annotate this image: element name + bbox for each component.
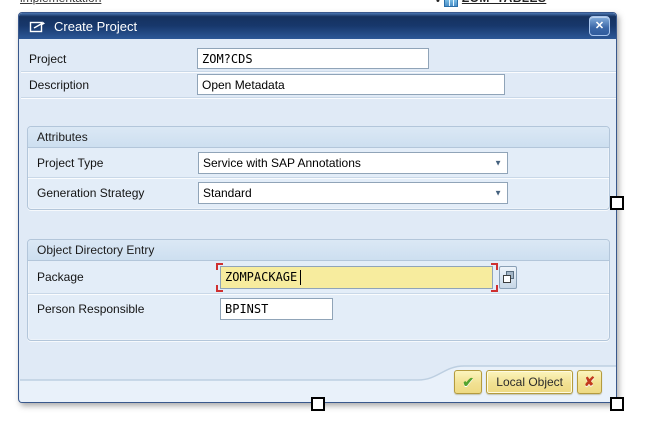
generation-strategy-label: Generation Strategy [37,186,198,200]
footer-button-bar: ✔ Local Object ✘ [454,370,602,394]
dialog-window-icon [29,19,47,34]
resize-handle-right[interactable] [610,196,624,210]
generation-strategy-row: Generation Strategy Standard ▼ [28,178,609,208]
person-responsible-row: Person Responsible [28,294,609,323]
package-row: Package [28,261,609,294]
local-object-button[interactable]: Local Object [486,370,573,394]
object-directory-group: Object Directory Entry Package Person R [27,239,610,341]
person-responsible-label: Person Responsible [37,302,220,316]
chevron-down-icon: ▼ [494,189,502,198]
overlapping-squares-icon [503,275,511,283]
x-icon: ✘ [584,374,595,390]
package-field-focus-frame [220,266,493,289]
project-row: Project [21,46,616,72]
check-icon: ✔ [462,374,474,391]
close-button[interactable]: ✕ [589,16,610,36]
project-type-value: Service with SAP Annotations [203,156,361,170]
attributes-group-header: Attributes [28,127,609,148]
focus-bracket [216,263,223,270]
generation-strategy-dropdown[interactable]: Standard ▼ [198,182,508,204]
background-text: ZOM_TABLES [462,0,546,5]
generation-strategy-value: Standard [203,186,252,200]
background-tree-item-implementation: implementation [20,0,140,7]
screen: implementation • ZOM_TABLES Create Proje… [0,0,654,426]
attributes-group: Attributes Project Type Service with SAP… [27,126,610,210]
package-input[interactable] [220,266,493,289]
description-input[interactable] [197,74,505,95]
dialog-title: Create Project [54,19,137,34]
focus-bracket [216,285,223,292]
dialog-titlebar[interactable]: Create Project ✕ [19,13,616,39]
resize-handle-corner[interactable] [610,397,624,411]
project-type-dropdown[interactable]: Service with SAP Annotations ▼ [198,152,508,174]
cancel-button[interactable]: ✘ [577,370,602,394]
description-row: Description [21,72,616,98]
focus-bracket [491,285,498,292]
bullet-icon: • [436,0,440,7]
project-type-label: Project Type [37,156,198,170]
person-responsible-input[interactable] [220,298,333,320]
text-cursor [300,270,301,285]
resize-handle-bottom[interactable] [311,397,325,411]
table-icon [444,0,458,7]
value-help-button[interactable] [499,266,517,289]
close-icon: ✕ [595,21,604,32]
description-label: Description [29,78,197,92]
project-type-row: Project Type Service with SAP Annotation… [28,148,609,178]
package-label: Package [37,270,220,284]
background-text: implementation [20,0,140,5]
object-directory-group-header: Object Directory Entry [28,240,609,261]
confirm-button[interactable]: ✔ [454,370,482,394]
chevron-down-icon: ▼ [494,158,502,167]
project-input[interactable] [197,48,429,69]
background-tree-item-zom-tables: • ZOM_TABLES [436,0,636,8]
focus-bracket [491,263,498,270]
create-project-dialog: Create Project ✕ Project Description Att… [18,12,617,403]
local-object-label: Local Object [496,375,563,389]
project-label: Project [29,52,197,66]
